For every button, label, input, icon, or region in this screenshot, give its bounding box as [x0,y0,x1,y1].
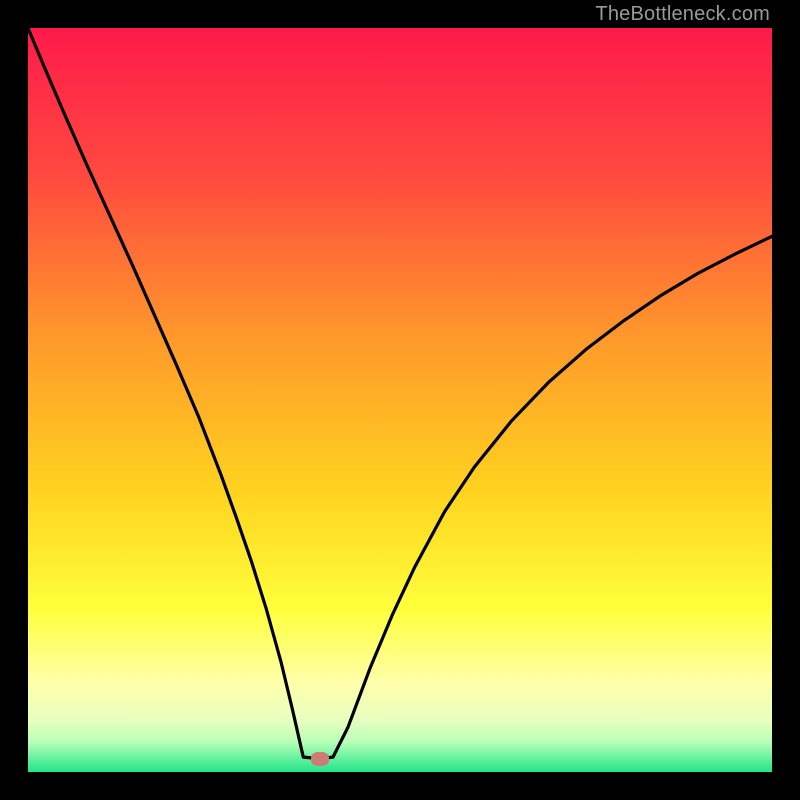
outer-frame: TheBottleneck.com [0,0,800,800]
watermark-text: TheBottleneck.com [595,0,770,28]
optimum-marker [311,752,329,766]
bottleneck-curve [28,28,772,772]
curve-path [28,28,772,759]
